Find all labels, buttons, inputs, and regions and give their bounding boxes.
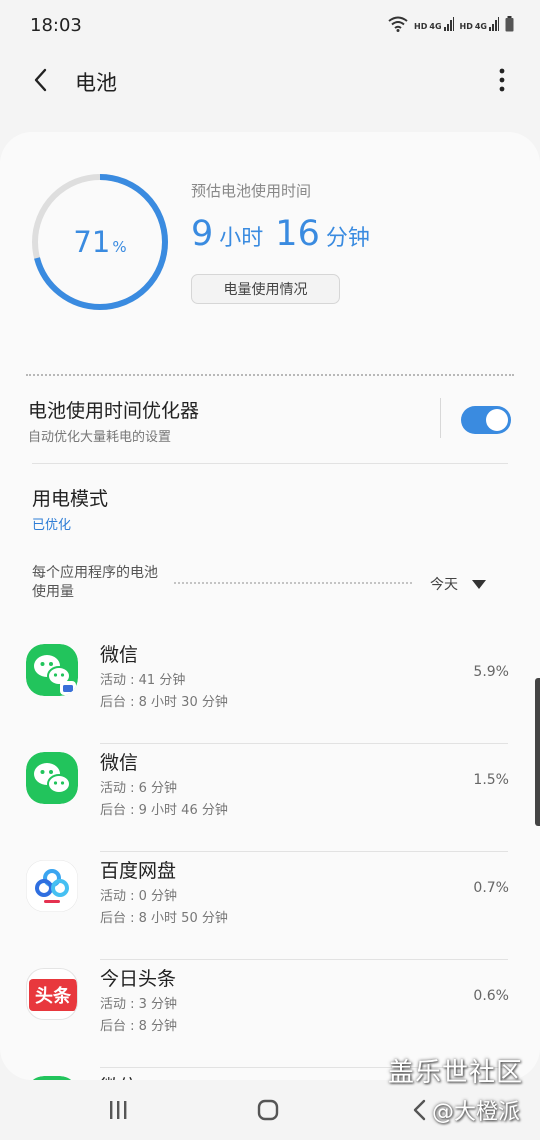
- wechat-icon: [26, 752, 78, 804]
- estimate-time: 9 小时 16 分钟: [191, 214, 382, 254]
- app-active-time: 活动 : 0 分钟: [100, 889, 178, 904]
- app-active-time: 活动 : 41 分钟: [100, 673, 186, 688]
- watermark-community: 盖乐世社区: [388, 1058, 524, 1088]
- app-background-time: 后台 : 9 小时 46 分钟: [100, 803, 228, 818]
- divider: [32, 463, 508, 464]
- estimate-minutes-unit: 分钟: [325, 226, 370, 251]
- app-name: 微信: [100, 644, 139, 666]
- app-list-item[interactable]: 微信 活动 : 6 分钟 后台 : 9 小时 46 分钟 1.5%: [0, 744, 540, 852]
- app-usage-section-label: 每个应用程序的电池使用量: [32, 565, 158, 600]
- status-bar: 18:03 HD 4G HD 4G: [0, 0, 540, 52]
- divider: [440, 398, 441, 438]
- toggle-knob: [486, 409, 508, 431]
- status-time: 18:03: [30, 15, 82, 36]
- toutiao-icon: 头条: [26, 968, 78, 1020]
- optimizer-toggle[interactable]: [461, 406, 511, 434]
- app-list-item[interactable]: 百度网盘 活动 : 0 分钟 后台 : 8 小时 50 分钟 0.7%: [0, 852, 540, 960]
- back-icon: [413, 1099, 426, 1121]
- optimizer-title[interactable]: 电池使用时间优化器: [28, 396, 199, 423]
- signal-icon: [489, 17, 499, 31]
- app-active-time: 活动 : 6 分钟: [100, 781, 178, 796]
- battery-card: 71 % 预估电池使用时间 9 小时 16 分钟 电量使用情况 电池使用时间优化…: [0, 132, 540, 1080]
- status-icons: HD 4G HD 4G: [388, 16, 514, 32]
- app-bar: 电池: [0, 52, 540, 108]
- home-button[interactable]: [256, 1098, 280, 1122]
- signal-1: HD 4G: [414, 17, 454, 31]
- period-dropdown[interactable]: 今天: [430, 574, 486, 594]
- back-button[interactable]: [28, 66, 56, 94]
- power-mode-value: 已优化: [32, 518, 72, 533]
- chevron-left-icon: [34, 68, 47, 92]
- app-name: 今日头条: [100, 968, 177, 990]
- app-usage-percent: 0.6%: [473, 988, 509, 1004]
- home-icon: [257, 1099, 279, 1121]
- baidu-netdisk-icon: [26, 860, 78, 912]
- app-name: 微信: [100, 1072, 138, 1080]
- battery-icon: [505, 16, 514, 32]
- triangle-down-icon: [472, 579, 486, 589]
- edge-panel-handle[interactable]: [535, 678, 540, 826]
- recents-button[interactable]: [106, 1098, 130, 1122]
- optimizer-subtitle: 自动优化大量耗电的设置: [28, 430, 172, 445]
- app-active-time: 活动 : 3 分钟: [100, 997, 178, 1012]
- wifi-icon: [388, 16, 408, 32]
- app-usage-percent: 1.5%: [473, 772, 509, 788]
- period-label: 今天: [430, 577, 458, 593]
- svg-text:头条: 头条: [35, 985, 72, 1007]
- watermark-author: @大橙派: [432, 1100, 521, 1125]
- battery-level-unit: %: [112, 238, 127, 256]
- hd-label: HD: [414, 22, 428, 31]
- estimate-label: 预估电池使用时间: [191, 182, 312, 200]
- estimate-minutes: 16: [275, 214, 320, 254]
- signal-icon: [443, 17, 454, 31]
- network-type-label: 4G: [429, 22, 442, 31]
- estimate-hours: 9: [191, 214, 214, 254]
- app-background-time: 后台 : 8 小时 50 分钟: [100, 911, 228, 926]
- network-type-label: 4G: [474, 22, 487, 31]
- app-background-time: 后台 : 8 分钟: [100, 1019, 178, 1034]
- app-name: 百度网盘: [100, 860, 177, 882]
- app-usage-percent: 5.9%: [473, 664, 509, 680]
- wechat-icon: [26, 644, 78, 696]
- app-list-item[interactable]: 微信 活动 : 41 分钟 后台 : 8 小时 30 分钟 5.9%: [0, 636, 540, 744]
- app-background-time: 后台 : 8 小时 30 分钟: [100, 695, 228, 710]
- signal-2: HD 4G: [460, 17, 499, 31]
- recents-icon: [110, 1101, 127, 1119]
- battery-level-value: 71: [73, 225, 111, 259]
- estimate-hours-unit: 小时: [219, 226, 264, 251]
- divider: [26, 374, 514, 376]
- nav-back-button[interactable]: [410, 1098, 430, 1122]
- divider: [174, 582, 412, 584]
- battery-ring: 71 %: [30, 172, 170, 312]
- app-usage-percent: 0.7%: [473, 880, 509, 896]
- battery-level: 71 %: [30, 172, 170, 312]
- battery-usage-button[interactable]: 电量使用情况: [191, 274, 340, 304]
- page-title: 电池: [75, 71, 117, 95]
- more-options-button[interactable]: [496, 66, 508, 94]
- hd-label: HD: [459, 22, 473, 31]
- app-name: 微信: [100, 752, 139, 774]
- more-vert-icon: [499, 68, 505, 92]
- power-mode-title[interactable]: 用电模式: [32, 484, 108, 511]
